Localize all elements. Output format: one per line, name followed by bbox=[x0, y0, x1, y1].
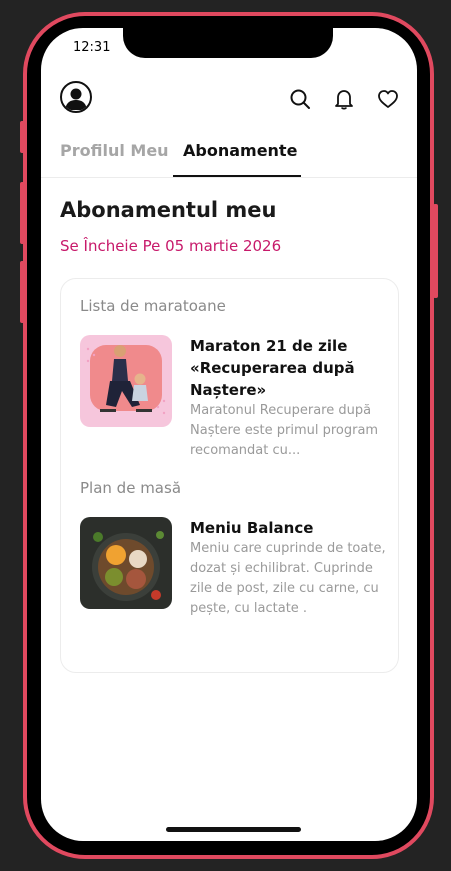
search-icon[interactable] bbox=[289, 88, 311, 110]
marathon-description: Maratonul Recuperare după Naștere este p… bbox=[190, 403, 379, 458]
meal-plan-thumbnail[interactable] bbox=[80, 517, 172, 609]
side-button-power bbox=[433, 204, 438, 298]
side-button-volume-down bbox=[20, 261, 25, 323]
home-indicator[interactable] bbox=[166, 827, 301, 832]
page-title: Abonamentul meu bbox=[60, 198, 277, 222]
heart-icon[interactable] bbox=[377, 88, 399, 110]
side-button-mute bbox=[20, 121, 25, 153]
active-tab-indicator bbox=[173, 175, 301, 177]
meal-plan-title[interactable]: Meniu Balance bbox=[190, 517, 390, 539]
bell-icon[interactable] bbox=[333, 88, 355, 110]
side-button-volume-up bbox=[20, 182, 25, 244]
tab-profilul-meu[interactable]: Profilul Meu bbox=[60, 141, 169, 160]
notch bbox=[123, 28, 333, 58]
meal-plan-description: Meniu care cuprinde de toate, dozat și e… bbox=[190, 541, 386, 616]
tab-bar: Profilul Meu Abonamente bbox=[41, 134, 417, 178]
subscription-card: Lista de maratoane Maraton 21 de zile «R… bbox=[60, 278, 399, 673]
section-label-marathons: Lista de maratoane bbox=[80, 297, 226, 315]
avatar-icon[interactable] bbox=[60, 81, 92, 113]
marathon-title[interactable]: Maraton 21 de zile «Recuperarea după Naș… bbox=[190, 335, 390, 401]
marathon-thumbnail[interactable] bbox=[80, 335, 172, 427]
screen: 12:31 Profilul Meu Abonamente Abonamentu… bbox=[41, 28, 417, 841]
tab-abonamente[interactable]: Abonamente bbox=[183, 141, 297, 160]
section-label-meal-plan: Plan de masă bbox=[80, 479, 182, 497]
status-time: 12:31 bbox=[73, 40, 111, 55]
subscription-end-date: Se Încheie Pe 05 martie 2026 bbox=[60, 237, 282, 255]
